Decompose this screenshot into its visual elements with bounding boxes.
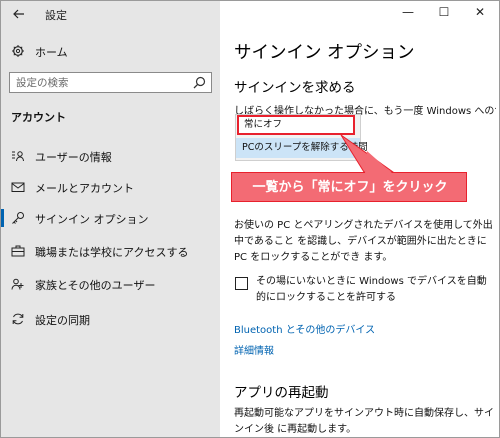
app-restart-heading: アプリの再起動 xyxy=(234,385,329,401)
briefcase-icon xyxy=(11,245,25,257)
search-input[interactable] xyxy=(16,75,186,90)
bluetooth-link[interactable]: Bluetooth とその他のデバイス xyxy=(234,321,375,336)
maximize-button[interactable]: ☐ xyxy=(427,1,461,23)
active-indicator xyxy=(1,209,4,227)
sidebar-item-family[interactable]: 家族とその他のユーザー xyxy=(1,272,220,296)
close-button[interactable]: ✕ xyxy=(463,1,497,23)
sidebar-section-title: アカウント xyxy=(11,111,66,124)
details-link[interactable]: 詳細情報 xyxy=(234,342,274,357)
sidebar-item-sync[interactable]: 設定の同期 xyxy=(1,307,220,331)
sidebar-item-user-info[interactable]: ユーザーの情報 xyxy=(1,144,220,168)
arrow-left-icon xyxy=(13,9,24,19)
sidebar-item-label: ホーム xyxy=(35,46,68,59)
page-title: サインイン オプション xyxy=(234,43,415,63)
require-signin-heading: サインインを求める xyxy=(234,80,356,96)
sidebar-item-mail-accounts[interactable]: メールとアカウント xyxy=(1,175,220,199)
dynamic-lock-checkbox-label: その場にいないときに Windows でデバイスを自動的にロックすることを許可す… xyxy=(256,276,487,303)
gear-icon xyxy=(12,45,24,57)
window-controls: — ☐ ✕ xyxy=(391,1,499,23)
minimize-button[interactable]: — xyxy=(391,1,425,23)
people-icon xyxy=(11,278,24,290)
sidebar-item-work-school[interactable]: 職場または学校にアクセスする xyxy=(1,239,220,263)
sidebar-item-label: 職場または学校にアクセスする xyxy=(35,246,189,259)
sidebar-item-label: ユーザーの情報 xyxy=(35,151,112,164)
dropdown-option-always-off[interactable]: 常にオフ xyxy=(237,115,355,135)
person-card-icon xyxy=(12,151,24,162)
search-icon[interactable] xyxy=(193,76,206,89)
sidebar-item-signin-options[interactable]: サインイン オプション xyxy=(1,206,220,230)
sidebar-item-label: サインイン オプション xyxy=(35,213,149,226)
sidebar-item-label: メールとアカウント xyxy=(35,182,134,195)
app-restart-description: 再起動可能なアプリをサインアウト時に自動保存し、サインイン後 に再起動します。 xyxy=(234,408,494,435)
window-title: 設定 xyxy=(45,9,67,22)
key-icon xyxy=(12,212,24,224)
mail-icon xyxy=(11,182,25,192)
back-button[interactable] xyxy=(7,3,31,25)
sync-icon xyxy=(12,313,24,325)
callout-box: 一覧から「常にオフ」をクリック xyxy=(231,172,467,202)
dynamic-lock-description: お使いの PC とペアリングされたデバイスを使用して外出中であること を認識し、… xyxy=(234,220,493,263)
main-content: — ☐ ✕ サインイン オプション サインインを求める しばらく操作しなかった場… xyxy=(220,1,499,437)
sidebar-item-label: 設定の同期 xyxy=(35,314,90,327)
dropdown-option-wake-from-sleep[interactable]: PCのスリープを解除する時間 xyxy=(236,138,368,158)
search-box[interactable] xyxy=(9,72,212,93)
title-bar: 設定 xyxy=(1,1,220,29)
sidebar: 設定 ホーム アカウント ユーザーの情報 xyxy=(1,1,220,437)
settings-window: 設定 ホーム アカウント ユーザーの情報 xyxy=(0,0,500,438)
sidebar-item-label: 家族とその他のユーザー xyxy=(35,279,156,292)
sidebar-item-home[interactable]: ホーム xyxy=(1,39,220,63)
dynamic-lock-checkbox[interactable] xyxy=(235,277,248,290)
callout-text: 一覧から「常にオフ」をクリック xyxy=(252,180,448,195)
